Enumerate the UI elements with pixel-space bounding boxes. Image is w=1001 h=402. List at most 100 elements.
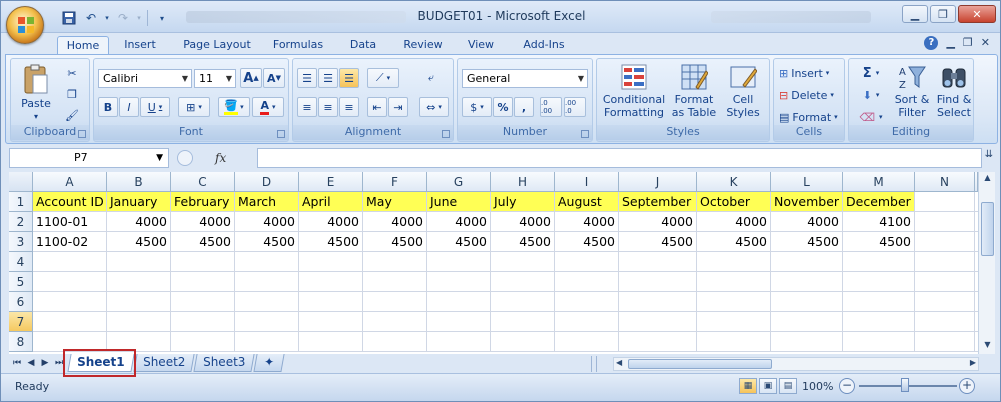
cell[interactable] [915, 332, 975, 352]
cell[interactable] [771, 272, 843, 292]
cell[interactable] [697, 292, 771, 312]
value-cell[interactable]: 4000 [491, 212, 555, 232]
cell[interactable] [427, 272, 491, 292]
workbook-close-icon[interactable]: ✕ [981, 36, 990, 50]
header-cell[interactable]: October [697, 192, 771, 212]
paste-dropdown-icon[interactable]: ▾ [17, 110, 55, 123]
sheet-tab-3[interactable]: Sheet3 [193, 354, 255, 372]
cell[interactable] [843, 292, 915, 312]
value-cell[interactable]: 4000 [697, 212, 771, 232]
restore-icon[interactable]: ❐ [930, 5, 956, 23]
column-header[interactable]: M [843, 172, 915, 192]
alignment-launcher-icon[interactable] [442, 130, 450, 138]
comma-button[interactable]: , [514, 97, 534, 117]
cell[interactable] [491, 272, 555, 292]
expand-formula-bar-icon[interactable]: ⇊ [982, 149, 996, 167]
number-format-combo[interactable]: General ▼ [462, 69, 588, 88]
cell[interactable] [171, 332, 235, 352]
cell[interactable] [619, 252, 697, 272]
cell[interactable] [33, 272, 107, 292]
cell[interactable] [107, 312, 171, 332]
column-header[interactable]: F [363, 172, 427, 192]
value-cell[interactable]: 4500 [771, 232, 843, 252]
cell[interactable] [427, 292, 491, 312]
delete-cells-button[interactable]: ⊟ Delete ▾ [778, 85, 842, 105]
cell[interactable] [771, 312, 843, 332]
align-middle-icon[interactable]: ☰ [318, 68, 338, 88]
column-header[interactable]: B [107, 172, 171, 192]
cell[interactable] [235, 252, 299, 272]
cell[interactable] [491, 332, 555, 352]
cell[interactable] [363, 312, 427, 332]
cell[interactable] [555, 272, 619, 292]
cell[interactable] [33, 292, 107, 312]
select-all-corner[interactable] [9, 172, 33, 192]
wrap-text-icon[interactable]: ⤶ [419, 68, 443, 88]
value-cell[interactable]: 4500 [363, 232, 427, 252]
bold-button[interactable]: B [98, 97, 118, 117]
cell[interactable] [299, 332, 363, 352]
fill-color-button[interactable]: 🪣 ▾ [218, 97, 250, 117]
value-cell[interactable]: 4100 [843, 212, 915, 232]
value-cell[interactable]: 4000 [299, 212, 363, 232]
value-cell[interactable]: 4500 [427, 232, 491, 252]
cell[interactable] [235, 292, 299, 312]
align-left-icon[interactable]: ≡ [297, 97, 317, 117]
value-cell[interactable]: 4500 [697, 232, 771, 252]
cell[interactable] [619, 292, 697, 312]
insert-worksheet-tab[interactable]: ✦ [253, 354, 285, 372]
value-cell[interactable]: 4000 [171, 212, 235, 232]
account-id-cell[interactable]: 1100-01 [33, 212, 107, 232]
currency-button[interactable]: $ ▾ [462, 97, 492, 117]
value-cell[interactable]: 4500 [107, 232, 171, 252]
cell[interactable] [619, 332, 697, 352]
column-header[interactable]: L [771, 172, 843, 192]
prev-sheet-icon[interactable]: ◀ [25, 356, 37, 370]
header-cell[interactable]: April [299, 192, 363, 212]
font-color-button[interactable]: A ▾ [252, 97, 284, 117]
cell[interactable] [697, 272, 771, 292]
value-cell[interactable]: 4500 [235, 232, 299, 252]
tab-view[interactable]: View [460, 36, 502, 55]
cell[interactable] [771, 332, 843, 352]
cell[interactable] [491, 252, 555, 272]
cell[interactable] [171, 312, 235, 332]
page-break-preview-icon[interactable]: ▤ [779, 378, 797, 394]
formula-input[interactable] [257, 148, 982, 168]
underline-button[interactable]: U ▾ [140, 97, 170, 117]
value-cell[interactable]: 4000 [363, 212, 427, 232]
header-cell[interactable]: June [427, 192, 491, 212]
cell[interactable] [33, 312, 107, 332]
value-cell[interactable]: 4000 [235, 212, 299, 232]
ribbon-minimize-icon[interactable]: ▁ [946, 36, 954, 50]
row-header[interactable]: 3 [9, 232, 33, 252]
header-cell[interactable]: November [771, 192, 843, 212]
scroll-up-icon[interactable]: ▲ [981, 173, 994, 187]
worksheet-grid[interactable]: A B C D E F G H I J K L M N 1 Account ID January February… [9, 172, 978, 355]
find-select-button[interactable]: Find & Select [935, 63, 973, 119]
cell[interactable] [107, 292, 171, 312]
cell[interactable] [363, 332, 427, 352]
zoom-slider-thumb[interactable] [901, 378, 909, 392]
cell[interactable] [915, 252, 975, 272]
value-cell[interactable]: 4000 [771, 212, 843, 232]
sort-filter-button[interactable]: A Z Sort & Filter [891, 63, 933, 119]
ribbon-restore-icon[interactable]: ❐ [963, 36, 973, 50]
zoom-out-icon[interactable]: − [839, 378, 855, 394]
cell[interactable] [697, 252, 771, 272]
value-cell[interactable]: 4500 [555, 232, 619, 252]
cell[interactable] [299, 252, 363, 272]
cell[interactable] [427, 252, 491, 272]
row-header[interactable]: 6 [9, 292, 33, 312]
header-cell[interactable]: May [363, 192, 427, 212]
column-header[interactable]: A [33, 172, 107, 192]
cell[interactable] [771, 252, 843, 272]
clear-button[interactable]: ⌫ ▾ [853, 107, 889, 127]
shrink-font-button[interactable]: A ▼ [263, 68, 285, 88]
cell[interactable] [843, 312, 915, 332]
format-as-table-button[interactable]: Format as Table [669, 63, 719, 119]
column-header[interactable]: I [555, 172, 619, 192]
horizontal-scrollbar[interactable]: ◀ ▶ [613, 357, 979, 371]
tab-review[interactable]: Review [397, 36, 449, 55]
value-cell[interactable]: 4000 [427, 212, 491, 232]
